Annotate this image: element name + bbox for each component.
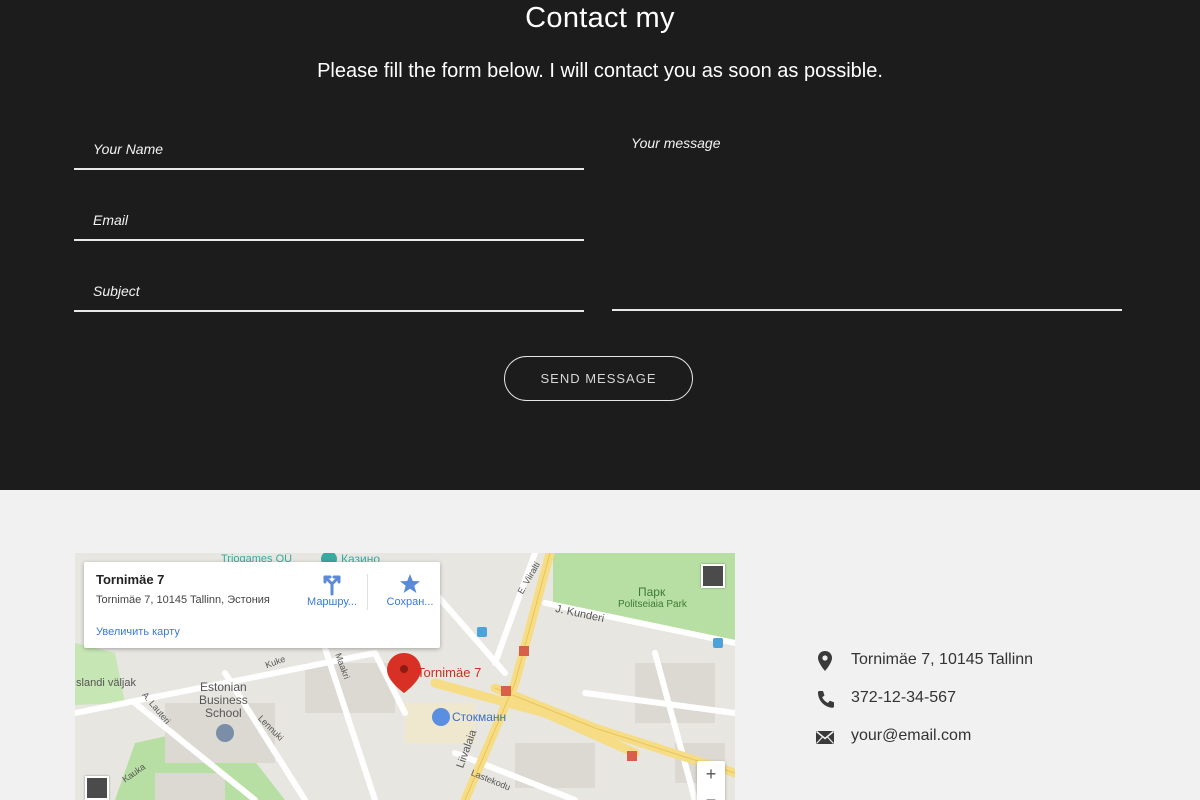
page-title: Contact my [525,2,675,34]
card-address: Tornimäe 7, 10145 Tallinn, Эстония [96,594,270,606]
phone-icon [818,691,834,708]
map-label-park-name: Politseiaia Park [618,599,687,610]
street-view-thumbnail[interactable] [701,564,725,588]
map-info-card: Tornimäe 7 Tornimäe 7, 10145 Tallinn, Эс… [84,562,440,648]
phone-text: 372-12-34-567 [851,689,956,706]
subject-field [74,270,584,312]
send-message-button[interactable]: SEND MESSAGE [504,356,693,401]
map-label-marker: Tornimäe 7 [417,665,482,680]
email-field [74,199,584,241]
save-button[interactable]: Сохран... [380,572,440,608]
map-label-islandi: Islandi väljak [75,677,136,689]
map[interactable]: Triogames OÜ Казино Парк Politseiaia Par… [75,553,735,800]
card-title: Tornimäe 7 [96,572,165,587]
message-field [612,128,1122,311]
address-row: Tornimäe 7, 10145 Tallinn [815,648,1175,686]
message-textarea[interactable] [612,135,1122,305]
satellite-thumbnail[interactable] [85,776,109,800]
directions-icon [323,575,341,596]
name-field [74,128,584,170]
contact-section: Contact my Please fill the form below. I… [0,0,1200,490]
map-zoom-control: + − [697,761,725,800]
page-subtitle: Please fill the form below. I will conta… [317,60,883,82]
phone-row: 372-12-34-567 [815,686,1175,724]
location-pin-icon [818,651,832,671]
zoom-out-button[interactable]: − [697,787,725,800]
email-row: your@email.com [815,724,1175,762]
card-separator [367,574,368,610]
map-label-school: Estonian Business School [199,680,248,720]
zoom-in-button[interactable]: + [697,761,725,787]
route-button[interactable]: Маршру... [302,572,362,608]
email-input[interactable] [74,210,584,230]
address-text: Tornimäe 7, 10145 Tallinn [851,651,1034,668]
enlarge-map-link[interactable]: Увеличить карту [96,626,180,638]
contact-info: Tornimäe 7, 10145 Tallinn 372-12-34-567 … [815,648,1175,762]
envelope-icon [815,730,835,744]
email-text: your@email.com [851,727,972,744]
subject-input[interactable] [74,281,584,301]
star-icon [400,574,420,593]
name-input[interactable] [74,139,584,159]
map-label-park: Парк [638,585,666,599]
map-label-stockmann: Стокманн [452,710,507,724]
